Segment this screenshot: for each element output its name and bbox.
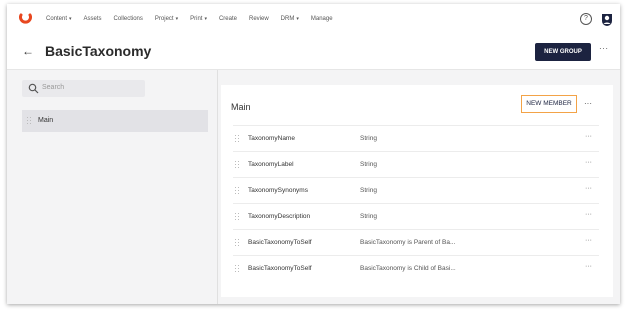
drag-handle-icon[interactable] — [235, 187, 239, 195]
nav-item-create[interactable]: Create — [219, 16, 237, 22]
nav-item-print[interactable]: Print ▾ — [190, 16, 207, 22]
drag-handle-icon[interactable] — [235, 265, 239, 273]
member-name: TaxonomySynonyms — [248, 187, 308, 194]
top-navigation: Content ▾ Assets Collections Project ▾ Pri… — [7, 4, 620, 34]
search-icon — [28, 83, 39, 94]
nav-item-content[interactable]: Content ▾ — [46, 16, 72, 22]
nav-menu: Content ▾ Assets Collections Project ▾ Pri… — [46, 4, 345, 34]
row-more-icon[interactable]: ··· — [585, 263, 592, 270]
caret-down-icon: ▾ — [296, 16, 299, 22]
new-member-button[interactable]: NEW MEMBER — [521, 95, 577, 113]
page-header: ← BasicTaxonomy NEW GROUP ··· — [7, 34, 620, 70]
group-title: Main — [231, 102, 251, 112]
nav-item-review[interactable]: Review — [249, 16, 269, 22]
member-row[interactable]: TaxonomyName String ··· — [233, 125, 599, 151]
drag-handle-icon[interactable] — [235, 239, 239, 247]
page-title: BasicTaxonomy — [45, 43, 152, 59]
brand-logo-icon[interactable] — [19, 13, 32, 26]
member-row[interactable]: TaxonomyLabel String ··· — [233, 151, 599, 177]
app-window: Content ▾ Assets Collections Project ▾ Pri… — [7, 4, 620, 304]
row-more-icon[interactable]: ··· — [585, 237, 592, 244]
member-type: String — [360, 135, 377, 142]
caret-down-icon: ▾ — [204, 16, 207, 22]
member-name: TaxonomyLabel — [248, 161, 294, 168]
group-item-main[interactable]: Main — [22, 110, 208, 132]
row-more-icon[interactable]: ··· — [585, 133, 592, 140]
back-arrow-icon[interactable]: ← — [22, 45, 34, 57]
caret-down-icon: ▾ — [175, 16, 179, 22]
drag-handle-icon[interactable] — [27, 117, 31, 125]
more-options-icon[interactable]: ··· — [599, 44, 609, 53]
nav-item-manage[interactable]: Manage — [311, 16, 333, 22]
groups-panel — [15, 70, 218, 304]
more-options-icon[interactable]: ··· — [584, 99, 592, 108]
member-row[interactable]: BasicTaxonomyToSelf BasicTaxonomy is Chi… — [233, 255, 599, 281]
member-name: TaxonomyDescription — [248, 213, 311, 220]
drag-handle-icon[interactable] — [235, 135, 239, 143]
group-label: Main — [38, 117, 54, 124]
row-more-icon[interactable]: ··· — [585, 185, 592, 192]
group-detail-card: Main NEW MEMBER ··· TaxonomyName String … — [221, 85, 613, 297]
member-row[interactable]: TaxonomyDescription String ··· — [233, 203, 599, 229]
help-icon[interactable]: ? — [580, 13, 592, 25]
row-more-icon[interactable]: ··· — [585, 211, 592, 218]
search-placeholder: Search — [42, 84, 65, 91]
user-avatar-icon[interactable] — [601, 12, 613, 26]
drag-handle-icon[interactable] — [235, 213, 239, 221]
search-input[interactable]: Search — [22, 80, 145, 97]
nav-item-project[interactable]: Project ▾ — [155, 16, 178, 22]
row-more-icon[interactable]: ··· — [585, 159, 592, 166]
nav-item-assets[interactable]: Assets — [84, 16, 102, 22]
member-type: String — [360, 187, 377, 194]
member-name: BasicTaxonomyToSelf — [248, 265, 312, 272]
member-name: BasicTaxonomyToSelf — [248, 239, 312, 246]
member-type: String — [360, 161, 377, 168]
member-type: BasicTaxonomy is Child of Basi... — [360, 265, 456, 272]
member-row[interactable]: BasicTaxonomyToSelf BasicTaxonomy is Par… — [233, 229, 599, 255]
member-name: TaxonomyName — [248, 135, 295, 142]
caret-down-icon: ▾ — [69, 16, 72, 22]
member-type: BasicTaxonomy is Parent of Ba... — [360, 239, 456, 246]
nav-item-collections[interactable]: Collections — [114, 16, 143, 22]
new-group-button[interactable]: NEW GROUP — [535, 43, 591, 61]
drag-handle-icon[interactable] — [235, 161, 239, 169]
member-row[interactable]: TaxonomySynonyms String ··· — [233, 177, 599, 203]
member-type: String — [360, 213, 377, 220]
nav-item-drm[interactable]: DRM ▾ — [281, 16, 299, 22]
